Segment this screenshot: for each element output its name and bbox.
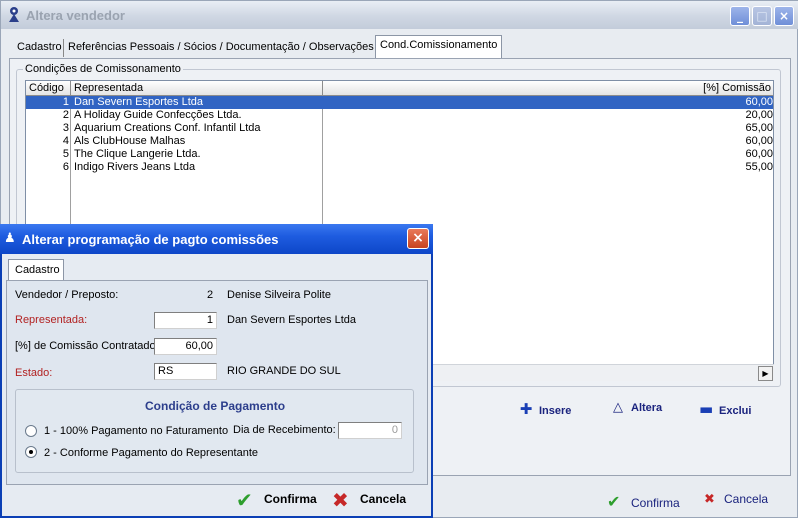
table-row[interactable]: 3 Aquarium Creations Conf. Infantil Ltda… <box>26 122 773 135</box>
close-button[interactable]: × <box>774 6 794 26</box>
vendedor-name: Denise Silveira Polite <box>227 289 331 301</box>
confirma-button[interactable]: ✔ Confirma <box>607 492 680 511</box>
column-header-codigo[interactable]: Código <box>26 81 71 96</box>
estado-name: RIO GRANDE DO SUL <box>227 365 341 377</box>
cell-codigo: 1 <box>62 96 69 108</box>
cell-comissao: 55,00 <box>745 161 773 173</box>
cell-codigo: 4 <box>62 135 69 147</box>
option2-label[interactable]: 2 - Conforme Pagamento do Representante <box>44 447 258 459</box>
vendedor-label: Vendedor / Preposto: <box>15 289 119 301</box>
insere-label: Insere <box>539 405 572 417</box>
tab-cadastro-label: Cadastro <box>17 41 62 53</box>
minus-icon: ▬ <box>699 400 714 418</box>
app-icon: ♟ <box>4 231 16 246</box>
table-row[interactable]: 2 A Holiday Guide Confecções Ltda. 20,00 <box>26 109 773 122</box>
cell-representada: A Holiday Guide Confecções Ltda. <box>74 109 242 121</box>
dialog-confirma-button[interactable]: ✔ Confirma <box>236 488 317 512</box>
cell-codigo: 2 <box>62 109 69 121</box>
x-icon: ✖ <box>332 488 349 512</box>
cell-comissao: 60,00 <box>745 96 773 108</box>
dia-recebimento-label: Dia de Recebimento: <box>233 424 336 436</box>
dialog-confirma-label: Confirma <box>264 492 317 507</box>
exclui-button[interactable]: ▬ Exclui <box>699 400 752 418</box>
comissao-label: [%] de Comissão Contratado: <box>15 340 159 352</box>
x-icon: ✖ <box>704 492 715 507</box>
confirma-label: Confirma <box>631 496 680 510</box>
dialog-title-bar: ♟ Alterar programação de pagto comissões… <box>0 224 433 254</box>
estado-field[interactable]: RS <box>154 363 217 380</box>
tab-cond-comissionamento-label: Cond.Comissionamento <box>380 39 498 51</box>
main-window-title: Altera vendedor <box>26 8 125 23</box>
altera-button[interactable]: △ Altera <box>611 400 662 416</box>
tab-cadastro[interactable]: Cadastro <box>13 37 66 58</box>
cell-representada: The Clique Langerie Ltda. <box>74 148 201 160</box>
column-header-representada[interactable]: Representada <box>71 81 323 96</box>
cell-comissao: 60,00 <box>745 135 773 147</box>
option2-radio[interactable] <box>25 446 37 458</box>
table-row[interactable]: 1 Dan Severn Esportes Ltda 60,00 <box>26 96 773 109</box>
column-header-comissao[interactable]: [%] Comissão <box>323 81 773 96</box>
dialog-tab-label: Cadastro <box>15 264 60 276</box>
cell-representada: Indigo Rivers Jeans Ltda <box>74 161 196 173</box>
checkmark-icon: ✔ <box>236 488 253 512</box>
cell-codigo: 3 <box>62 122 69 134</box>
tab-referencias-label: Referências Pessoais / Sócios / Document… <box>68 41 374 53</box>
grid-header: Código Representada [%] Comissão <box>26 81 773 96</box>
cancela-button[interactable]: ✖ Cancela <box>704 492 768 510</box>
dialog-cancela-label: Cancela <box>360 492 407 507</box>
app-icon <box>9 7 19 22</box>
maximize-button[interactable]: □ <box>752 6 772 26</box>
tab-referencias[interactable]: Referências Pessoais / Sócios / Document… <box>64 37 378 58</box>
cell-comissao: 65,00 <box>745 122 773 134</box>
dialog-title: Alterar programação de pagto comissões <box>22 232 279 247</box>
representada-label: Representada: <box>15 314 88 326</box>
cell-representada: Dan Severn Esportes Ltda <box>74 96 204 108</box>
representada-name: Dan Severn Esportes Ltda <box>227 314 357 326</box>
cell-codigo: 5 <box>62 148 69 160</box>
dialog-cancela-button[interactable]: ✖ Cancela <box>332 488 407 512</box>
cell-comissao: 20,00 <box>745 109 773 121</box>
radio-selected-dot <box>29 450 33 454</box>
insere-button[interactable]: ✚ Insere <box>519 400 572 418</box>
dialog-close-button[interactable]: × <box>407 228 429 249</box>
condicao-pagamento-title: Condição de Pagamento <box>145 399 286 413</box>
cell-comissao: 60,00 <box>745 148 773 160</box>
estado-label: Estado: <box>15 367 53 379</box>
cell-codigo: 6 <box>62 161 69 173</box>
minimize-button[interactable]: _ <box>730 6 750 26</box>
plus-icon: ✚ <box>519 400 533 418</box>
option1-radio[interactable] <box>25 425 37 437</box>
exclui-label: Exclui <box>719 405 752 417</box>
cell-representada: Aquarium Creations Conf. Infantil Ltda <box>74 122 261 134</box>
table-row[interactable]: 6 Indigo Rivers Jeans Ltda 55,00 <box>26 161 773 174</box>
cell-representada: Als ClubHouse Malhas <box>74 135 186 147</box>
scroll-right-arrow-icon[interactable]: ▶ <box>758 366 773 381</box>
dia-recebimento-field[interactable]: 0 <box>338 422 402 439</box>
cancela-label: Cancela <box>724 492 769 506</box>
tab-cond-comissionamento[interactable]: Cond.Comissionamento <box>375 35 503 59</box>
vendedor-code: 2 <box>207 289 214 301</box>
table-row[interactable]: 4 Als ClubHouse Malhas 60,00 <box>26 135 773 148</box>
altera-label: Altera <box>631 402 663 414</box>
checkmark-icon: ✔ <box>607 492 621 511</box>
triangle-icon: △ <box>613 400 623 415</box>
representada-field[interactable]: 1 <box>154 312 217 329</box>
option1-label[interactable]: 1 - 100% Pagamento no Faturamento <box>44 425 228 437</box>
dialog-tab-cadastro[interactable]: Cadastro <box>8 259 64 281</box>
group-title: Condições de Comissonamento <box>23 63 183 75</box>
table-row[interactable]: 5 The Clique Langerie Ltda. 60,00 <box>26 148 773 161</box>
comissao-field[interactable]: 60,00 <box>154 338 217 355</box>
main-title-bar: Altera vendedor _ □ × <box>1 1 798 29</box>
